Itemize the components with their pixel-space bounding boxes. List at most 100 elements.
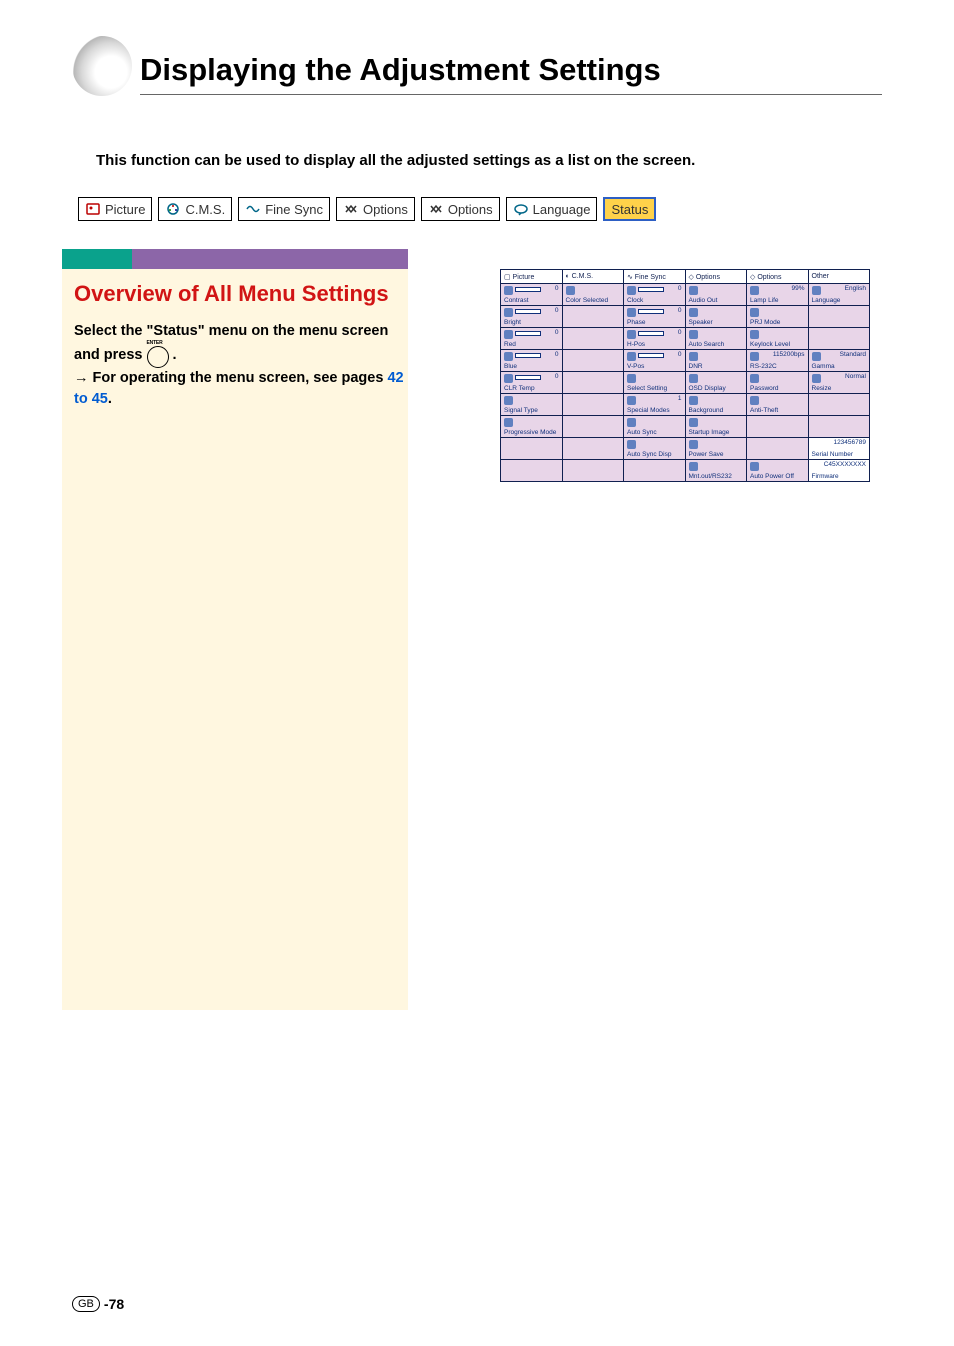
- cell-value: 0: [678, 351, 682, 358]
- body-line1: Select the "Status" menu on the menu scr…: [74, 323, 388, 363]
- lock-icon: [750, 330, 759, 339]
- pass-icon: [750, 374, 759, 383]
- status-cell: 99%Lamp Life: [747, 284, 809, 306]
- lamp-icon: [750, 286, 759, 295]
- hpos-icon: [627, 330, 636, 339]
- status-cell: OSD Display: [685, 372, 747, 394]
- status-cell: Password: [747, 372, 809, 394]
- sync-icon: [627, 418, 636, 427]
- cell-value: 0: [678, 329, 682, 336]
- language-icon: [513, 201, 529, 217]
- cell-label: Power Save: [689, 451, 724, 458]
- status-cell: Auto Sync: [624, 416, 686, 438]
- menu-tabs: Picture C.M.S. Fine Sync Options Options…: [78, 197, 882, 221]
- phase-icon: [627, 308, 636, 317]
- signal-icon: [504, 396, 513, 405]
- section-title: Overview of All Menu Settings: [74, 281, 408, 307]
- status-cell: Auto Search: [685, 328, 747, 350]
- status-cell: Keylock Level: [747, 328, 809, 350]
- cell-value: 0: [678, 307, 682, 314]
- cell-label: Auto Search: [689, 341, 725, 348]
- status-cell: [808, 328, 870, 350]
- status-header: ∿ Fine Sync: [624, 270, 686, 284]
- finesync-icon: [245, 201, 261, 217]
- status-cell: 0Bright: [501, 306, 563, 328]
- mnt-icon: [689, 462, 698, 471]
- status-cell: [562, 372, 624, 394]
- value-bar: [638, 309, 664, 314]
- tab-label: Picture: [105, 202, 145, 217]
- footer-gb: GB: [72, 1296, 100, 1312]
- cell-value: Normal: [845, 373, 866, 380]
- tab-options-2: Options: [421, 197, 500, 221]
- status-cell: Power Save: [685, 438, 747, 460]
- cell-label: Signal Type: [504, 407, 538, 414]
- cell-label: Resize: [812, 385, 832, 392]
- status-cell: [624, 460, 686, 482]
- status-cell: PRJ Mode: [747, 306, 809, 328]
- search-icon: [689, 330, 698, 339]
- status-cell: Normal Resize: [808, 372, 870, 394]
- status-header: ▢ Picture: [501, 270, 563, 284]
- cell-label: OSD Display: [689, 385, 726, 392]
- cell-label: Blue: [504, 363, 517, 370]
- tab-options-1: Options: [336, 197, 415, 221]
- status-cell: 1Special Modes: [624, 394, 686, 416]
- status-cell: [747, 416, 809, 438]
- cell-label: Language: [812, 297, 841, 304]
- cell-value: 99%: [791, 285, 804, 292]
- cell-label: Speaker: [689, 319, 713, 326]
- audio-icon: [689, 286, 698, 295]
- status-cell: [808, 306, 870, 328]
- status-cell: [562, 328, 624, 350]
- status-cell: [808, 394, 870, 416]
- status-cell: Signal Type: [501, 394, 563, 416]
- status-cell: DNR: [685, 350, 747, 372]
- temp-icon: [504, 374, 513, 383]
- value-bar: [515, 353, 541, 358]
- contrast-icon: [504, 286, 513, 295]
- footer-page: -78: [104, 1296, 124, 1312]
- cell-label: Select Setting: [627, 385, 667, 392]
- value-bar: [638, 353, 664, 358]
- cell-label: Phase: [627, 319, 645, 326]
- cell-label: CLR Temp: [504, 385, 535, 392]
- body-line2-prefix: → For operating the menu screen, see pag…: [74, 370, 387, 386]
- options-icon: [428, 201, 444, 217]
- cell-label: Serial Number: [812, 451, 854, 458]
- status-cell: Startup Image: [685, 416, 747, 438]
- autopower-icon: [750, 462, 759, 471]
- status-cell: Progressive Mode: [501, 416, 563, 438]
- tab-label: Options: [448, 202, 493, 217]
- status-cell: StandardGamma: [808, 350, 870, 372]
- cell-label: Auto Sync: [627, 429, 657, 436]
- cell-label: V-Pos: [627, 363, 644, 370]
- value-bar: [515, 309, 541, 314]
- clock-icon: [627, 286, 636, 295]
- status-cell: 0Contrast: [501, 284, 563, 306]
- cell-value: C45XXXXXXX: [824, 461, 866, 468]
- osd-icon: [689, 374, 698, 383]
- syncdisp-icon: [627, 440, 636, 449]
- status-cell: Select Setting: [624, 372, 686, 394]
- red-icon: [504, 330, 513, 339]
- status-cell: Background: [685, 394, 747, 416]
- theft-icon: [750, 396, 759, 405]
- status-cell: [562, 350, 624, 372]
- status-cell: 115200bpsRS-232C: [747, 350, 809, 372]
- page-title: Displaying the Adjustment Settings: [140, 38, 882, 95]
- palette-icon: [566, 286, 575, 295]
- power-icon: [689, 440, 698, 449]
- rs232-icon: [750, 352, 759, 361]
- cell-label: RS-232C: [750, 363, 777, 370]
- cell-label: Progressive Mode: [504, 429, 556, 436]
- left-column: Overview of All Menu Settings Select the…: [62, 249, 408, 1010]
- vpos-icon: [627, 352, 636, 361]
- cell-label: Color Selected: [566, 297, 609, 304]
- cell-label: Audio Out: [689, 297, 718, 304]
- tab-label: C.M.S.: [185, 202, 225, 217]
- status-cell: Anti-Theft: [747, 394, 809, 416]
- status-header: ◐ C.M.S.: [562, 270, 624, 284]
- cell-value: 0: [555, 373, 559, 380]
- cell-value: 1: [678, 395, 682, 402]
